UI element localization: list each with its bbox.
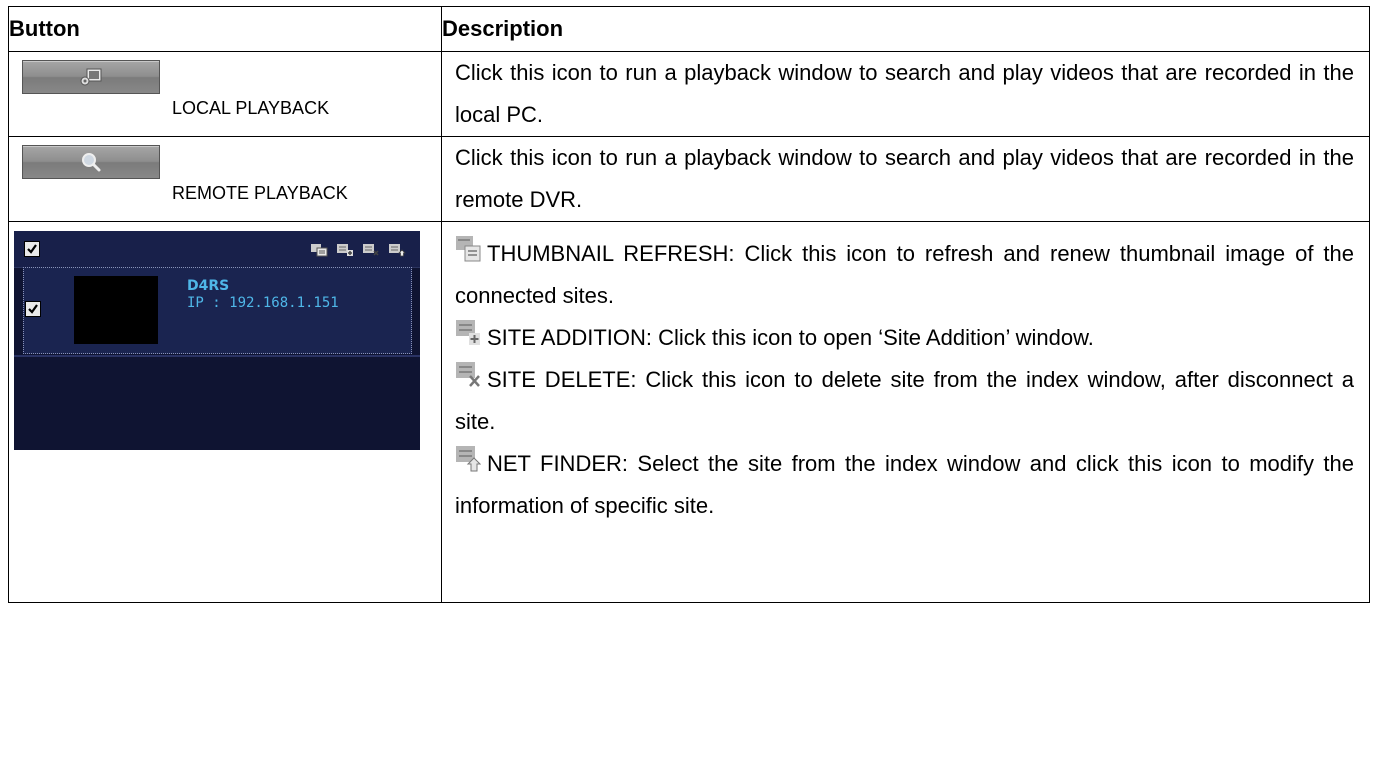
button-cell: LOCAL PLAYBACK (8, 51, 442, 137)
checkmark-icon (27, 244, 37, 254)
description-text: Click this icon to run a playback window… (455, 60, 1354, 127)
thumbnail-refresh-icon (455, 235, 481, 265)
description-cell: Click this icon to run a playback window… (441, 51, 1370, 137)
site-delete-icon[interactable] (362, 243, 380, 257)
remote-playback-button[interactable] (22, 145, 160, 179)
item-text: NET FINDER: Select the site from the ind… (455, 451, 1354, 518)
list-item: THUMBNAIL REFRESH: Click this icon to re… (442, 233, 1369, 317)
button-label: LOCAL PLAYBACK (172, 98, 330, 118)
divider (14, 355, 420, 357)
item-text: SITE ADDITION: Click this icon to open ‘… (487, 325, 1094, 350)
gear-window-icon (80, 68, 102, 86)
table-row: REMOTE PLAYBACK Click this icon to run a… (8, 136, 1370, 222)
select-all-checkbox[interactable] (24, 241, 40, 257)
button-cell: REMOTE PLAYBACK (8, 136, 442, 222)
checkmark-icon (28, 304, 38, 314)
button-label: REMOTE PLAYBACK (172, 183, 348, 203)
site-addition-icon (455, 319, 481, 349)
icon-description-list: THUMBNAIL REFRESH: Click this icon to re… (442, 222, 1369, 527)
net-finder-icon[interactable] (388, 243, 406, 257)
table-header-row: Button Description (8, 6, 1370, 52)
site-thumbnail (74, 276, 158, 344)
thumbnail-refresh-icon[interactable] (310, 243, 328, 257)
site-delete-icon (455, 361, 481, 391)
panel-cell: D4RS IP : 192.168.1.151 (8, 221, 442, 603)
item-text: SITE DELETE: Click this icon to delete s… (455, 367, 1354, 434)
site-name: D4RS (187, 278, 230, 294)
table-row: LOCAL PLAYBACK Click this icon to run a … (8, 51, 1370, 137)
list-item: NET FINDER: Select the site from the ind… (442, 443, 1369, 527)
panel-header (14, 231, 420, 268)
local-playback-button[interactable] (22, 60, 160, 94)
description-cell: THUMBNAIL REFRESH: Click this icon to re… (441, 221, 1370, 603)
site-index-panel: D4RS IP : 192.168.1.151 (14, 231, 420, 450)
site-ip: IP : 192.168.1.151 (187, 295, 339, 311)
magnifier-icon (82, 153, 101, 172)
panel-toolbar (310, 243, 406, 257)
list-item: SITE DELETE: Click this icon to delete s… (442, 359, 1369, 443)
button-description-table: Button Description LOCAL PLAYBACK Click … (8, 6, 1370, 603)
description-text: Click this icon to run a playback window… (455, 145, 1354, 212)
header-button: Button (8, 6, 442, 52)
site-entry[interactable]: D4RS IP : 192.168.1.151 (23, 267, 412, 354)
net-finder-icon (455, 445, 482, 475)
table-row: D4RS IP : 192.168.1.151 THUMBNAIL REFRES… (8, 221, 1370, 603)
list-item: SITE ADDITION: Click this icon to open ‘… (442, 317, 1369, 359)
header-description: Description (441, 6, 1370, 52)
site-addition-icon[interactable] (336, 243, 354, 257)
site-checkbox[interactable] (25, 301, 41, 317)
item-text: THUMBNAIL REFRESH: Click this icon to re… (455, 241, 1354, 308)
description-cell: Click this icon to run a playback window… (441, 136, 1370, 222)
